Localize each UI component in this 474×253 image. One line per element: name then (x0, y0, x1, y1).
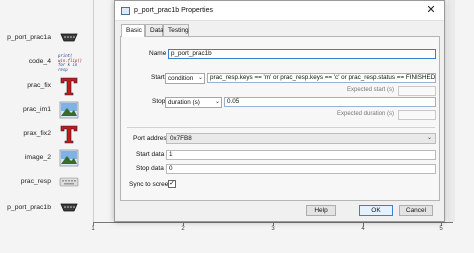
expected-duration-label: Expected duration (s) (337, 111, 395, 117)
port-address-select[interactable]: 0x7FB8 ⌄ (166, 133, 436, 144)
image-icon[interactable] (58, 100, 80, 120)
component-row[interactable]: p_port_prac1b (0, 198, 95, 218)
basic-tab-panel: Name p_port_prac1b Start condition ⌄ pra… (120, 36, 440, 201)
stop-label: Stop (152, 98, 166, 105)
component-name[interactable]: p_port_prac1a (7, 34, 51, 41)
timeline-tick-label: 3 (271, 226, 275, 232)
expected-start-label: Expected start (s) (347, 87, 395, 93)
port-address-value: 0x7FB8 (170, 135, 192, 142)
timeline-tick-label: 4 (361, 226, 365, 232)
parallel-port-icon[interactable] (58, 198, 80, 218)
dialog-titlebar[interactable]: p_port_prac1b Properties ✕ (115, 1, 444, 21)
image-icon[interactable] (58, 148, 80, 168)
component-name[interactable]: image_2 (25, 154, 51, 161)
component-row[interactable]: code_4 print( win.flip() for k in resp (0, 52, 95, 72)
code-icon-line: for k in resp (58, 62, 78, 72)
expected-duration-field[interactable] (398, 110, 436, 120)
name-field[interactable]: p_port_prac1b (168, 49, 436, 59)
component-row[interactable]: prax_fix2 (0, 124, 95, 144)
stop-type-select[interactable]: duration (s) ⌄ (165, 97, 222, 108)
tab-basic[interactable]: Basic (121, 24, 145, 37)
component-row[interactable]: prac_resp (0, 172, 95, 192)
code-icon[interactable]: print( win.flip() for k in resp (58, 52, 82, 72)
name-label: Name (149, 50, 167, 57)
sync-to-screen-label: Sync to screen (129, 181, 172, 188)
component-name[interactable]: code_4 (29, 58, 51, 65)
component-row[interactable]: p_port_prac1a (0, 28, 95, 48)
component-name[interactable]: prac_im1 (23, 106, 51, 113)
help-button[interactable]: Help (306, 205, 336, 216)
component-name[interactable]: prac_resp (21, 178, 51, 185)
component-row[interactable]: image_2 (0, 148, 95, 168)
component-name[interactable]: prax_fix2 (23, 130, 51, 137)
timeline-tick-label: 5 (439, 226, 443, 232)
expected-start-field[interactable] (398, 86, 436, 96)
window-app-icon (121, 7, 130, 15)
timeline-tick-label: 2 (181, 226, 185, 232)
dialog-title: p_port_prac1b Properties (134, 7, 213, 14)
keyboard-icon[interactable] (58, 172, 80, 192)
close-icon[interactable]: ✕ (424, 3, 438, 17)
chevron-down-icon: ⌄ (197, 75, 203, 81)
chevron-down-icon: ⌄ (214, 99, 220, 105)
stop-value-field[interactable]: 0.05 (224, 97, 436, 107)
start-data-field[interactable]: 1 (166, 150, 436, 160)
stop-data-label: Stop data $ (136, 165, 170, 172)
ok-button[interactable]: OK (359, 205, 393, 216)
parallel-port-icon[interactable] (58, 28, 80, 48)
text-icon[interactable] (58, 124, 80, 144)
component-row[interactable]: prac_fix (0, 76, 95, 96)
vertical-scrollbar[interactable] (448, 0, 455, 222)
component-name[interactable]: p_port_prac1b (7, 204, 51, 211)
tab-testing[interactable]: Testing (163, 24, 189, 36)
start-value-field[interactable]: prac_resp.keys == 'm' or prac_resp.keys … (207, 73, 436, 83)
text-icon[interactable] (58, 76, 80, 96)
timeline-tick-label: 1 (91, 226, 95, 232)
chevron-down-icon: ⌄ (426, 135, 432, 141)
start-type-value: condition (168, 75, 194, 82)
port-address-label: Port address (133, 135, 170, 142)
properties-dialog: p_port_prac1b Properties ✕ Basic Data Te… (114, 0, 445, 222)
tab-data[interactable]: Data (145, 24, 164, 36)
component-row[interactable]: prac_im1 (0, 100, 95, 120)
sync-to-screen-checkbox[interactable]: ✓ (168, 180, 176, 188)
section-divider (127, 127, 435, 128)
start-type-select[interactable]: condition ⌄ (165, 73, 205, 84)
stop-data-field[interactable]: 0 (166, 164, 436, 174)
start-data-label: Start data $ (136, 151, 170, 158)
cancel-button[interactable]: Cancel (399, 205, 433, 216)
start-label: Start (151, 74, 165, 81)
component-name[interactable]: prac_fix (27, 82, 51, 89)
stop-type-value: duration (s) (168, 99, 200, 106)
